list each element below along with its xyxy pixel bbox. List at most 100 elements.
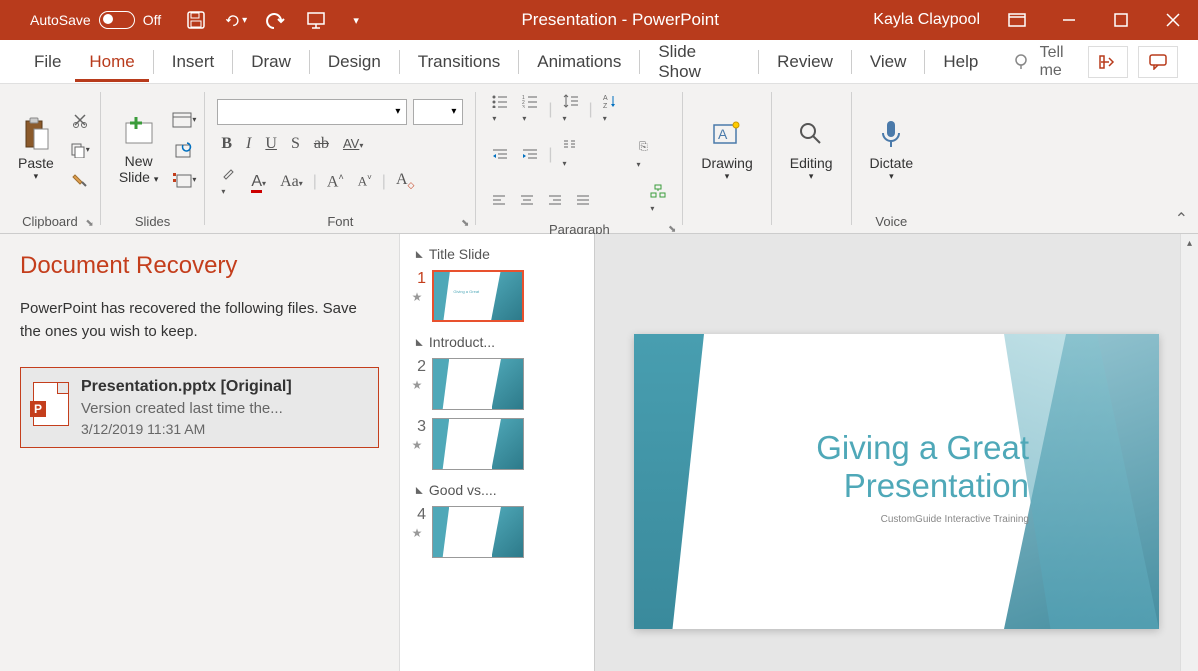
comments-button[interactable] bbox=[1138, 46, 1178, 78]
indent-increase-button[interactable] bbox=[518, 146, 542, 164]
close-button[interactable] bbox=[1158, 5, 1188, 35]
thumbnail-2[interactable]: 2★ bbox=[400, 356, 594, 416]
align-right-button[interactable] bbox=[544, 192, 566, 208]
ribbon-display-icon[interactable] bbox=[1002, 5, 1032, 35]
section-header-1[interactable]: Title Slide bbox=[400, 240, 594, 268]
tab-slideshow[interactable]: Slide Show bbox=[644, 32, 754, 92]
save-icon[interactable] bbox=[185, 9, 207, 31]
star-icon: ★ bbox=[412, 290, 423, 304]
svg-text:A: A bbox=[718, 126, 728, 142]
slide-number: 2 bbox=[408, 358, 426, 376]
vertical-scrollbar[interactable]: ▴ bbox=[1180, 234, 1198, 671]
share-button[interactable] bbox=[1088, 46, 1128, 78]
new-slide-button[interactable]: New Slide ▾ bbox=[109, 111, 169, 189]
copy-button[interactable]: ▾ bbox=[68, 138, 92, 162]
slide-thumbnails-panel[interactable]: Title Slide 1★ Giving a Great Introduct.… bbox=[400, 234, 595, 671]
grow-font-button[interactable]: A˄ bbox=[323, 170, 348, 193]
smartart-button[interactable]: ▾ bbox=[646, 182, 670, 218]
font-size-input[interactable]: ▾ bbox=[413, 99, 463, 125]
tab-draw[interactable]: Draw bbox=[237, 42, 305, 82]
scroll-up-icon[interactable]: ▴ bbox=[1181, 234, 1198, 252]
thumbnail-4[interactable]: 4★ bbox=[400, 504, 594, 564]
current-slide[interactable]: Giving a Great Presentation CustomGuide … bbox=[634, 334, 1159, 629]
shrink-font-button[interactable]: A˅ bbox=[354, 171, 376, 191]
font-name-input[interactable]: ▾ bbox=[217, 99, 407, 125]
lightbulb-icon bbox=[1012, 53, 1029, 71]
underline-button[interactable]: U bbox=[261, 133, 281, 155]
paste-button[interactable]: Paste ▾ bbox=[8, 113, 64, 186]
strikethrough-button[interactable]: ab bbox=[310, 133, 333, 155]
tab-transitions[interactable]: Transitions bbox=[404, 42, 515, 82]
change-case-button[interactable]: Aa▾ bbox=[276, 171, 307, 193]
thumbnail-3[interactable]: 3★ bbox=[400, 416, 594, 476]
numbering-button[interactable]: 123▾ bbox=[518, 92, 542, 128]
slide-canvas[interactable]: Giving a Great Presentation CustomGuide … bbox=[595, 234, 1198, 671]
shadow-button[interactable]: S bbox=[287, 133, 304, 155]
clear-format-button[interactable]: A◇ bbox=[392, 169, 418, 193]
bullets-button[interactable]: ▾ bbox=[488, 92, 512, 128]
tab-view[interactable]: View bbox=[856, 42, 921, 82]
redo-icon[interactable] bbox=[265, 9, 287, 31]
autosave-toggle[interactable]: AutoSave Off bbox=[30, 11, 161, 29]
numbering-icon: 123 bbox=[522, 94, 538, 108]
slide-title[interactable]: Giving a Great Presentation bbox=[789, 429, 1029, 505]
indent-decrease-button[interactable] bbox=[488, 146, 512, 164]
group-voice: Dictate ▾ Voice bbox=[852, 84, 932, 233]
user-name[interactable]: Kayla Claypool bbox=[873, 11, 980, 29]
drawing-label: Drawing bbox=[701, 155, 752, 171]
paste-icon bbox=[19, 117, 53, 151]
brush-icon bbox=[72, 172, 88, 188]
columns-button[interactable]: ▾ bbox=[559, 137, 581, 173]
smartart-icon bbox=[650, 184, 666, 198]
present-icon[interactable] bbox=[305, 9, 327, 31]
bold-button[interactable]: B bbox=[217, 133, 236, 155]
tab-animations[interactable]: Animations bbox=[523, 42, 635, 82]
main-area: Document Recovery PowerPoint has recover… bbox=[0, 234, 1198, 671]
tab-help[interactable]: Help bbox=[929, 42, 992, 82]
find-icon bbox=[794, 117, 828, 151]
sort-button[interactable]: AZ▾ bbox=[599, 92, 621, 128]
pptx-file-icon: P bbox=[33, 382, 69, 426]
editing-button[interactable]: Editing ▾ bbox=[780, 113, 843, 186]
group-slides: New Slide ▾ ▾ ▾ Slides bbox=[101, 84, 205, 233]
align-center-button[interactable] bbox=[516, 192, 538, 208]
slide-accent-left bbox=[634, 334, 704, 629]
layout-button[interactable]: ▾ bbox=[172, 108, 196, 132]
collapse-ribbon-icon[interactable]: ⌃ bbox=[1175, 209, 1188, 229]
tab-home[interactable]: Home bbox=[75, 42, 148, 82]
italic-button[interactable]: I bbox=[242, 133, 255, 155]
tell-me-search[interactable]: Tell me bbox=[1012, 44, 1088, 80]
slide-number: 4 bbox=[408, 506, 426, 524]
group-font: ▾ ▾ B I U S ab AV▾ ▾ A▾ Aa▾ | A˄ A bbox=[205, 84, 475, 233]
undo-icon[interactable]: ▾ bbox=[225, 9, 247, 31]
maximize-button[interactable] bbox=[1106, 5, 1136, 35]
reset-button[interactable] bbox=[172, 138, 196, 162]
cut-button[interactable] bbox=[68, 108, 92, 132]
section-header-3[interactable]: Good vs.... bbox=[400, 476, 594, 504]
align-left-button[interactable] bbox=[488, 192, 510, 208]
clipboard-launcher-icon[interactable]: ⬊ bbox=[85, 218, 93, 229]
tab-design[interactable]: Design bbox=[314, 42, 395, 82]
format-painter-button[interactable] bbox=[68, 168, 92, 192]
minimize-button[interactable] bbox=[1054, 5, 1084, 35]
dictate-button[interactable]: Dictate ▾ bbox=[860, 113, 924, 186]
font-color-button[interactable]: A▾ bbox=[247, 171, 270, 193]
line-spacing-button[interactable]: ▾ bbox=[559, 92, 583, 128]
recovery-item[interactable]: P Presentation.pptx [Original] Version c… bbox=[20, 367, 379, 448]
justify-icon bbox=[576, 194, 590, 206]
tab-insert[interactable]: Insert bbox=[158, 42, 229, 82]
section-button[interactable]: ▾ bbox=[172, 168, 196, 192]
font-launcher-icon[interactable]: ⬊ bbox=[461, 218, 469, 229]
tab-review[interactable]: Review bbox=[763, 42, 847, 82]
highlight-button[interactable]: ▾ bbox=[217, 163, 241, 201]
section-header-2[interactable]: Introduct... bbox=[400, 328, 594, 356]
qat-more-icon[interactable]: ▾ bbox=[345, 9, 367, 31]
thumbnail-1[interactable]: 1★ Giving a Great bbox=[400, 268, 594, 328]
drawing-button[interactable]: A Drawing ▾ bbox=[691, 113, 762, 186]
justify-button[interactable] bbox=[572, 192, 594, 208]
tab-file[interactable]: File bbox=[20, 42, 75, 82]
char-spacing-button[interactable]: AV▾ bbox=[339, 134, 367, 154]
slide-subtitle[interactable]: CustomGuide Interactive Training bbox=[819, 514, 1029, 525]
text-direction-button[interactable]: ⎘▾ bbox=[633, 136, 657, 174]
voice-label: Voice bbox=[875, 214, 907, 229]
